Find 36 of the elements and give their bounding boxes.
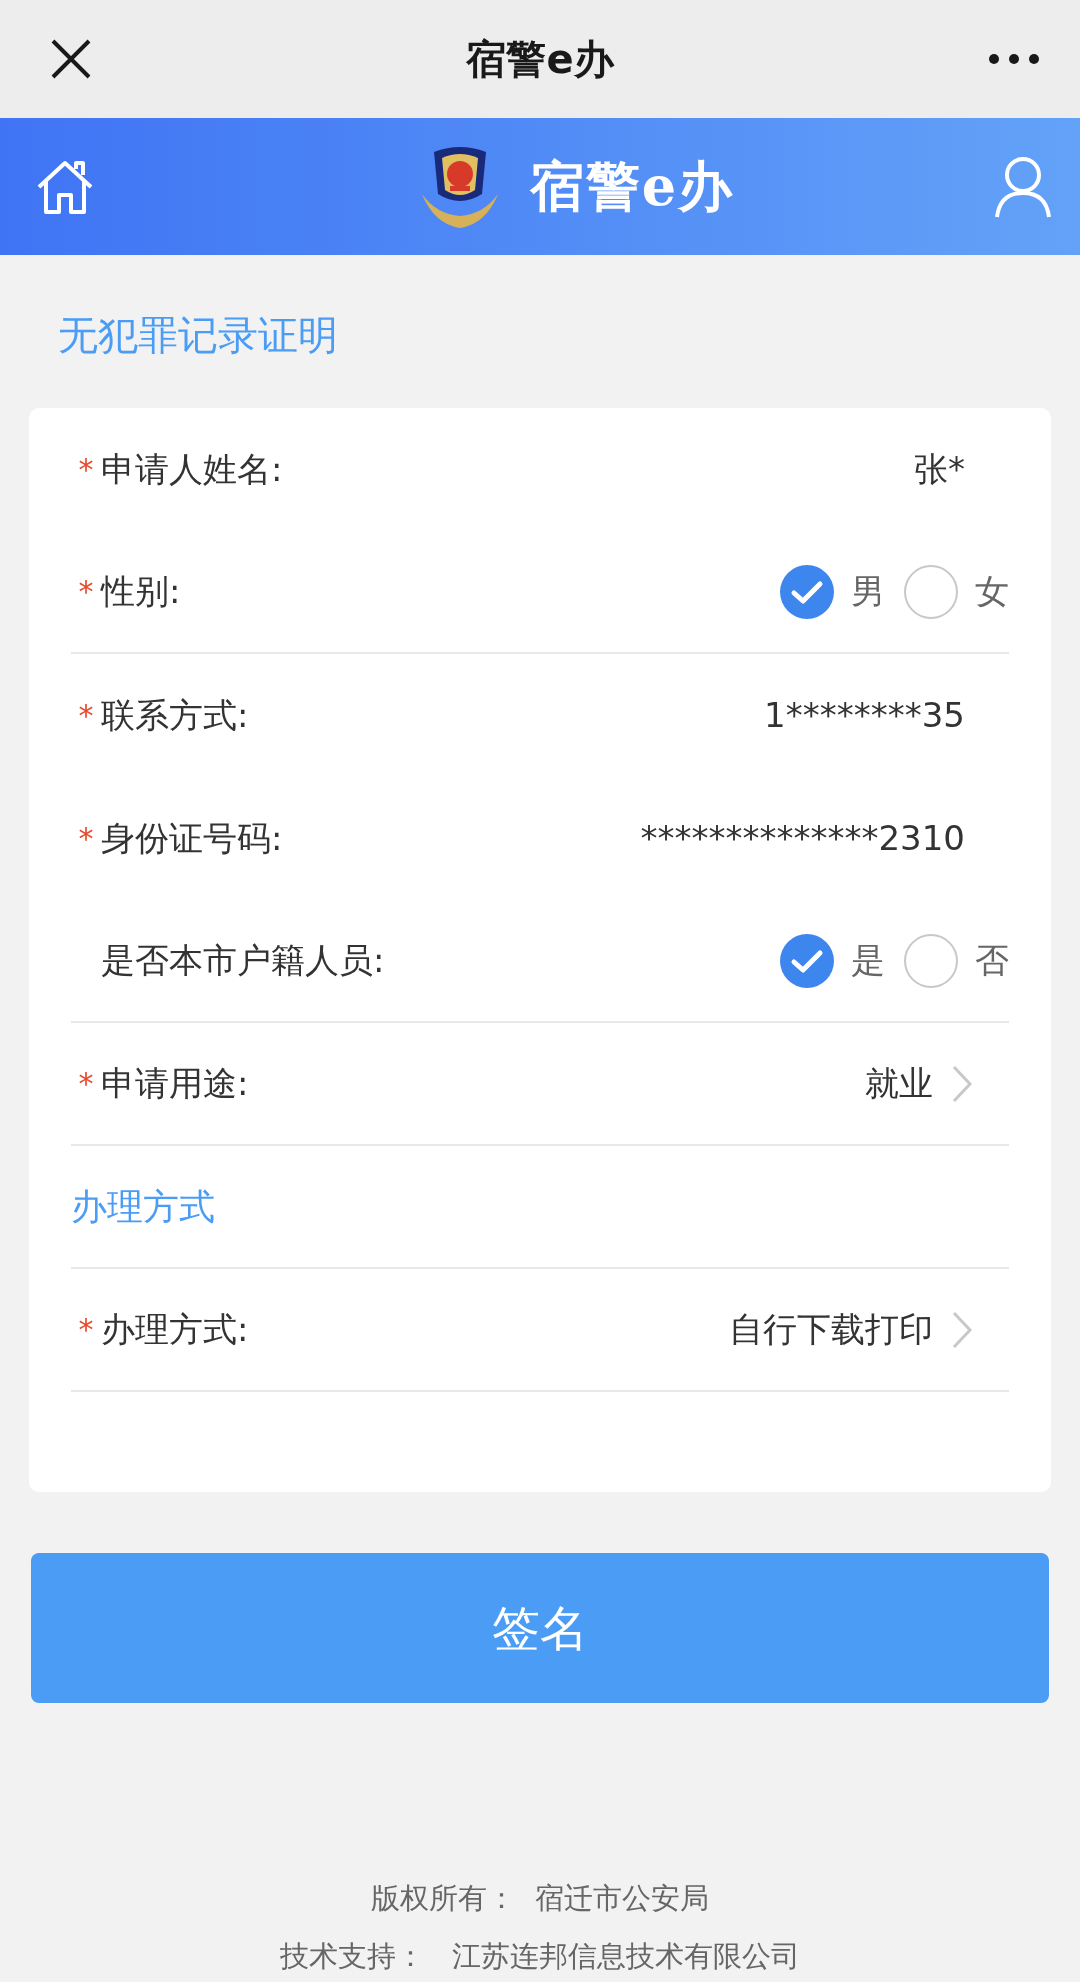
- required-mark: *: [78, 452, 94, 487]
- footer-text: 技术支持： 江苏连邦信息技术有限公司: [279, 1939, 801, 1973]
- more-icon[interactable]: [988, 53, 1040, 65]
- required-mark: *: [78, 1066, 94, 1101]
- banner-title: 宿警e办: [529, 153, 735, 220]
- radio-button[interactable]: [779, 932, 835, 989]
- field-label: 是否本市户籍人员:: [101, 939, 385, 982]
- field-value: 1********35: [764, 694, 965, 737]
- required-mark: *: [78, 1312, 94, 1347]
- option-label: 女: [975, 570, 1009, 613]
- required-mark: *: [78, 698, 94, 733]
- field-value: 张*: [914, 448, 965, 491]
- radio-button[interactable]: [779, 563, 835, 620]
- field-label: 办理方式:: [101, 1308, 249, 1351]
- field-value: **************2310: [640, 817, 965, 860]
- user-icon[interactable]: [994, 154, 1052, 219]
- option-label: 男: [851, 570, 885, 613]
- select-value[interactable]: 自行下载打印: [729, 1304, 933, 1355]
- select-value[interactable]: 就业: [865, 1058, 933, 1109]
- section-title: 办理方式: [71, 1184, 215, 1229]
- required-mark: *: [78, 574, 94, 609]
- field-label: 身份证号码:: [101, 817, 283, 860]
- radio-button[interactable]: [903, 932, 959, 989]
- page-title: 无犯罪记录证明: [57, 311, 339, 360]
- footer-text: 版权所有： 宿迁市公安局: [371, 1881, 709, 1915]
- radio-button[interactable]: [903, 563, 959, 620]
- field-label: 申请用途:: [101, 1062, 249, 1105]
- option-label: 是: [851, 939, 885, 982]
- option-label: 否: [975, 939, 1009, 982]
- home-icon[interactable]: [36, 158, 94, 215]
- required-mark: *: [78, 821, 94, 856]
- window-title: 宿警e办: [466, 35, 614, 84]
- close-icon[interactable]: [50, 38, 92, 80]
- field-label: 申请人姓名:: [101, 448, 283, 491]
- field-label: 性别:: [101, 570, 181, 613]
- field-label: 联系方式:: [101, 694, 249, 737]
